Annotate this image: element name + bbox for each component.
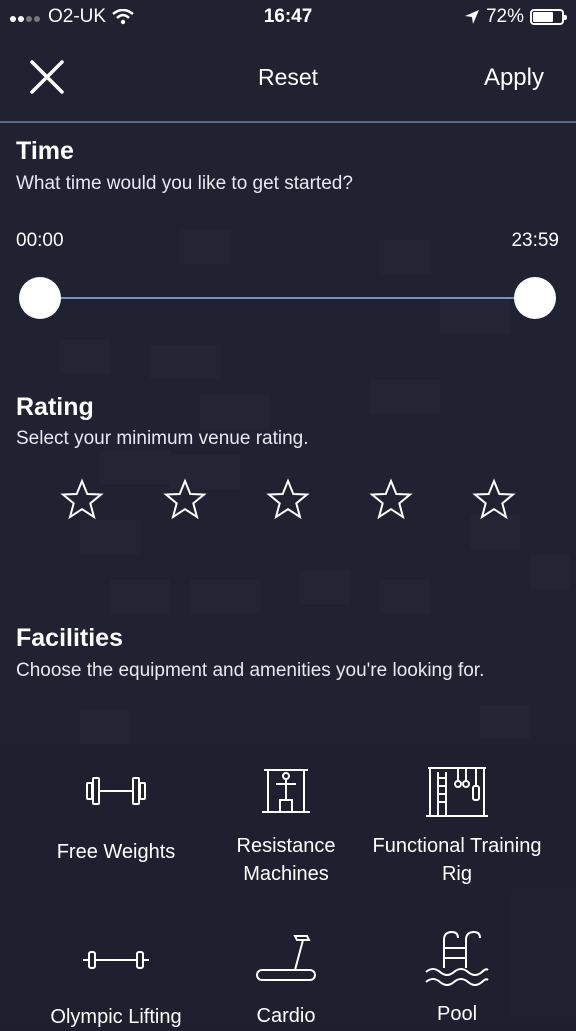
dumbbell-icon: [86, 777, 146, 805]
facility-resistance-machines[interactable]: Resistance Machines: [191, 760, 381, 888]
time-title: Time: [16, 137, 74, 165]
facility-label: Olympic Lifting: [50, 1006, 182, 1028]
time-min-label: 00:00: [16, 230, 64, 251]
status-bar: O2-UK 16:47 72%: [0, 0, 576, 34]
filter-header: Reset Apply: [0, 44, 576, 114]
resistance-machine-icon: [262, 769, 310, 813]
facility-label: Cardio: [256, 1005, 316, 1027]
time-subtitle: What time would you like to get started?: [16, 173, 353, 194]
star-icon[interactable]: [472, 478, 516, 522]
facilities-subtitle: Choose the equipment and amenities you'r…: [16, 660, 485, 681]
facility-label: Functional Training Rig: [372, 835, 542, 885]
barbell-icon: [83, 951, 149, 969]
facility-cardio[interactable]: Cardio: [191, 930, 381, 1030]
facility-functional-training-rig[interactable]: Functional Training Rig: [362, 760, 552, 888]
rating-stars: [0, 478, 576, 524]
battery-icon: [530, 9, 567, 25]
star-icon[interactable]: [60, 478, 104, 522]
rating-subtitle: Select your minimum venue rating.: [16, 428, 309, 449]
facility-pool[interactable]: Pool: [362, 928, 552, 1028]
rating-title: Rating: [16, 393, 94, 421]
facility-label: Resistance Machines: [236, 835, 336, 885]
facility-free-weights[interactable]: Free Weights: [21, 766, 211, 866]
treadmill-icon: [256, 935, 316, 981]
time-slider-end-handle[interactable]: [514, 277, 556, 319]
star-icon[interactable]: [163, 478, 207, 522]
battery-percent: 72%: [485, 6, 524, 27]
time-slider-start-handle[interactable]: [19, 277, 61, 319]
facility-label: Free Weights: [56, 841, 176, 863]
star-icon[interactable]: [369, 478, 413, 522]
training-rig-icon: [426, 767, 488, 817]
apply-button[interactable]: Apply: [484, 64, 544, 92]
facility-olympic-lifting[interactable]: Olympic Lifting: [21, 935, 211, 1031]
time-slider-track[interactable]: [40, 297, 536, 299]
header-divider: [0, 121, 576, 123]
time-max-label: 23:59: [511, 230, 559, 251]
location-arrow-icon: [464, 10, 479, 24]
facilities-title: Facilities: [16, 624, 123, 652]
star-icon[interactable]: [266, 478, 310, 522]
pool-icon: [425, 930, 489, 986]
